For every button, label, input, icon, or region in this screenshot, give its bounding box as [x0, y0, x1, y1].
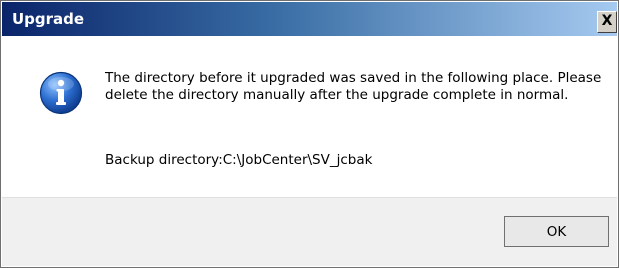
- backup-directory-text: Backup directory:C:\JobCenter\SV_jcbak: [105, 152, 373, 168]
- upgrade-dialog: Upgrade X The directory before it upgrad…: [0, 0, 619, 268]
- message-paragraph: The directory before it upgraded was sav…: [105, 70, 602, 103]
- info-icon: [39, 71, 83, 115]
- dialog-title: Upgrade: [12, 10, 85, 28]
- title-bar[interactable]: Upgrade X: [2, 2, 617, 36]
- dialog-content: The directory before it upgraded was sav…: [2, 36, 617, 197]
- message-text: The directory before it upgraded was sav…: [105, 70, 605, 104]
- button-bar: OK: [2, 197, 617, 266]
- close-button[interactable]: X: [597, 11, 617, 33]
- ok-button[interactable]: OK: [504, 216, 609, 247]
